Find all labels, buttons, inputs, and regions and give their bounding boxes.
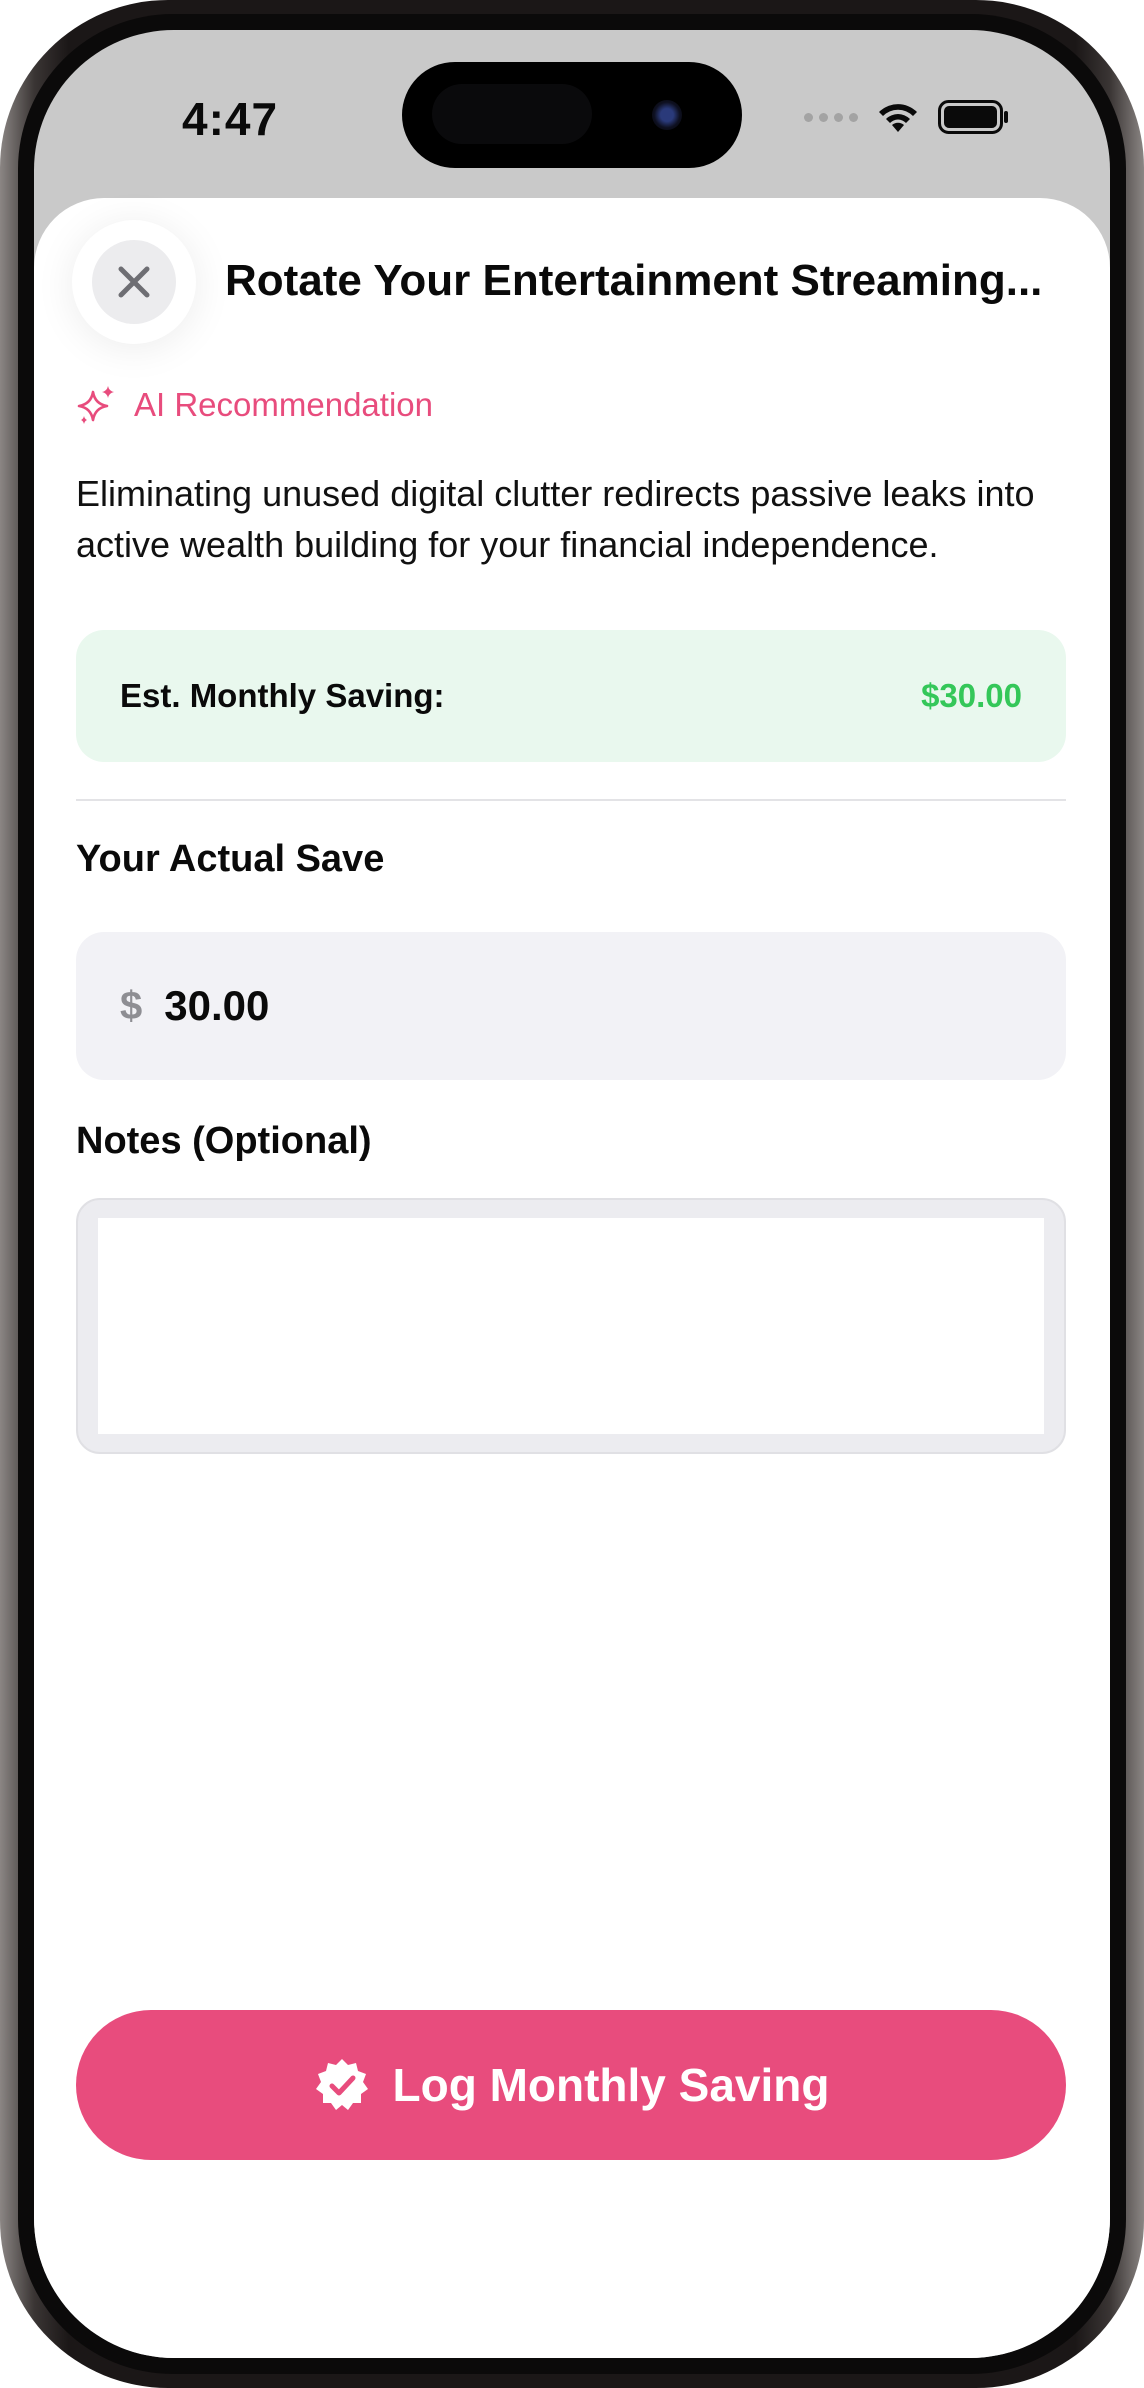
- estimated-saving-value: $30.00: [921, 677, 1022, 714]
- screen: 4:47 Rotate Your Entertainment Streaming…: [34, 30, 1110, 2358]
- sparkles-icon: [77, 386, 114, 424]
- battery-icon: [938, 100, 1008, 134]
- status-indicators: [804, 100, 1010, 134]
- ai-recommendation-label: AI Recommendation: [134, 386, 433, 423]
- estimated-saving-card: Est. Monthly Saving: $30.00: [76, 630, 1066, 762]
- status-time: 4:47: [182, 93, 279, 145]
- notes-field[interactable]: [76, 1198, 1066, 1454]
- dynamic-island: [402, 62, 742, 168]
- estimated-saving-label: Est. Monthly Saving:: [120, 677, 445, 714]
- sheet-title: Rotate Your Entertainment Streaming...: [225, 256, 1043, 305]
- actual-save-label: Your Actual Save: [76, 838, 385, 880]
- recommendation-description: Eliminating unused digital clutter redir…: [76, 473, 1035, 565]
- cellular-signal-icon: [804, 112, 858, 122]
- log-saving-sheet: Rotate Your Entertainment Streaming... A…: [34, 198, 1110, 2358]
- divider: [76, 799, 1066, 801]
- currency-symbol: $: [120, 983, 143, 1028]
- actual-save-input[interactable]: $ 30.00: [76, 932, 1066, 1080]
- log-monthly-saving-button[interactable]: Log Monthly Saving: [76, 2010, 1066, 2160]
- actual-save-value: 30.00: [164, 982, 270, 1029]
- close-button[interactable]: [92, 240, 176, 324]
- close-icon: [118, 266, 150, 298]
- wifi-icon: [879, 104, 917, 132]
- checkmark-seal-icon: [315, 2059, 368, 2110]
- notes-text-area[interactable]: [98, 1218, 1044, 1434]
- ai-recommendation-badge: AI Recommendation: [76, 384, 433, 426]
- log-monthly-saving-label: Log Monthly Saving: [392, 2059, 830, 2111]
- notes-label: Notes (Optional): [76, 1120, 372, 1162]
- device-frame: 4:47 Rotate Your Entertainment Streaming…: [0, 0, 1144, 2388]
- camera-lens: [652, 100, 682, 130]
